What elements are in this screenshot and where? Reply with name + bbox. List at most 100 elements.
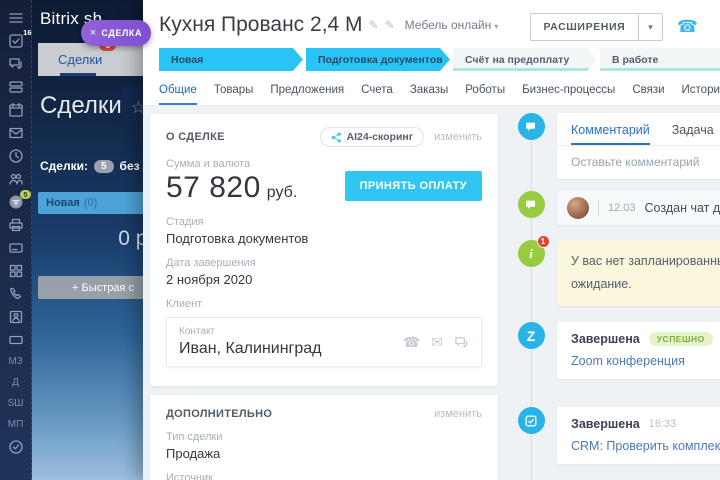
sidebar-phone-icon[interactable] xyxy=(8,286,24,302)
tab-products[interactable]: Товары xyxy=(214,84,254,96)
email-contact-icon[interactable]: ✉ xyxy=(431,334,443,351)
sidebar-menu-icon[interactable] xyxy=(8,10,24,26)
deal-slider: Кухня Прованс 2,4 М ✎ ✎ Мебель онлайн ▾ Р… xyxy=(143,0,720,480)
success-badge: УСПЕШНО xyxy=(648,332,713,347)
sidebar-items: 16 5 МЗ Д ЅШ МП xyxy=(0,10,32,455)
ai-scoring-button[interactable]: AI24-скоринг xyxy=(319,127,425,147)
deal-type-value[interactable]: Продажа xyxy=(166,446,482,461)
sidebar-badge: 16 xyxy=(23,28,32,37)
tab-comment[interactable]: Комментарий xyxy=(571,123,650,145)
deal-title[interactable]: Кухня Прованс 2,4 М xyxy=(159,13,363,37)
app-sidebar: 16 5 МЗ Д ЅШ МП xyxy=(0,0,32,480)
pipeline-selector[interactable]: Мебель онлайн ▾ xyxy=(405,18,499,32)
task-status: Завершена xyxy=(571,417,640,432)
stage-new[interactable]: Новая xyxy=(159,48,303,71)
deal-tabs: Общие Товары Предложения Счета Заказы Ро… xyxy=(159,84,720,105)
task-time: 16:33 xyxy=(648,418,677,431)
stage-value[interactable]: Подготовка документов xyxy=(166,231,482,246)
close-date-label: Дата завершения xyxy=(166,257,256,269)
notice-text-line2: ожидание. xyxy=(571,277,632,292)
sidebar-drive-icon[interactable] xyxy=(8,79,24,95)
sidebar-printer-icon[interactable] xyxy=(8,217,24,233)
call-contact-icon[interactable]: ☎ xyxy=(403,334,420,351)
timeline-composer: Комментарий Задача Zoom xyxy=(505,113,720,179)
edit-title-icon[interactable]: ✎ xyxy=(369,18,379,32)
close-icon: × xyxy=(89,26,97,39)
chat-text[interactable]: Создан чат для обсуждения xyxy=(645,201,720,215)
tab-invoices[interactable]: Счета xyxy=(361,84,393,96)
source-label: Источник xyxy=(166,472,213,480)
deal-amount: 57 820 xyxy=(166,171,261,204)
timeline-entry-notice: i 1 У вас нет запланированных дел. Перед… xyxy=(505,235,720,307)
contact-name[interactable]: Иван, Калининград xyxy=(179,340,322,358)
deal-type-label: Тип сделки xyxy=(166,431,223,443)
chevron-down-icon: ▾ xyxy=(638,14,662,40)
zoom-icon: Z xyxy=(517,322,545,350)
tab-robots[interactable]: Роботы xyxy=(465,84,505,96)
info-icon: i 1 xyxy=(517,235,550,267)
link-icon[interactable]: ✎ xyxy=(385,18,395,32)
edit-additional-link[interactable]: изменить xyxy=(434,408,482,420)
client-label: Клиент xyxy=(166,298,203,310)
sidebar-tasks-icon[interactable]: 16 xyxy=(8,28,32,49)
task-link[interactable]: CRM: Проверить комплектацию xyxy=(571,439,720,453)
client-contact-card[interactable]: Контакт Иван, Калининград ☎ ✉ xyxy=(166,317,482,367)
notice-text-line1: У вас нет запланированных дел. Передвинь… xyxy=(571,254,720,268)
sidebar-people-icon[interactable] xyxy=(8,171,24,187)
stage-label: Стадия xyxy=(166,216,204,228)
stage-docs[interactable]: Подготовка документов xyxy=(306,48,450,71)
sidebar-card-icon[interactable] xyxy=(8,240,24,256)
task-check-icon xyxy=(517,407,545,435)
additional-header: ДОПОЛНИТЕЛЬНО xyxy=(166,408,273,420)
sidebar-apps-icon[interactable] xyxy=(8,263,24,279)
edit-about-link[interactable]: изменить xyxy=(434,131,482,143)
tab-deals[interactable]: Сделки 5 xyxy=(58,39,117,76)
page-title: Сделки ☆ xyxy=(40,92,147,119)
chat-created-icon xyxy=(517,191,545,218)
sidebar-chip-МЗ[interactable]: МЗ xyxy=(0,355,31,369)
tab-orders[interactable]: Заказы xyxy=(410,84,448,96)
comment-input[interactable] xyxy=(557,146,720,179)
sidebar-chip-МП[interactable]: МП xyxy=(0,418,31,432)
timeline-entry-task: Завершена 16:33 CRM: Проверить комплекта… xyxy=(505,407,720,465)
comment-icon xyxy=(517,113,545,140)
tab-quotes[interactable]: Предложения xyxy=(270,84,344,96)
sidebar-chat-icon[interactable] xyxy=(8,56,24,72)
counter-badge: 5 xyxy=(93,159,114,173)
tab-bizproc[interactable]: Бизнес-процессы xyxy=(522,84,615,96)
extensions-button[interactable]: РАСШИРЕНИЯ ▾ xyxy=(529,13,663,41)
tab-task[interactable]: Задача xyxy=(672,123,714,145)
chevron-down-icon: ▾ xyxy=(494,22,499,31)
chat-contact-icon[interactable] xyxy=(454,335,469,350)
tab-history[interactable]: История xyxy=(682,84,720,96)
deal-details-column: О СДЕЛКЕ AI24-скоринг изменить Сумма и в… xyxy=(143,106,505,480)
contact-type-label: Контакт xyxy=(179,326,216,337)
timeline-entry-zoom: Z Завершена УСПЕШНО 16:10 Zoom конференц… xyxy=(505,322,720,380)
chat-time: 12.03 xyxy=(608,202,636,214)
sidebar-clock-icon[interactable] xyxy=(8,148,24,164)
close-date-value[interactable]: 2 ноября 2020 xyxy=(166,272,482,287)
additional-card: ДОПОЛНИТЕЛЬНО изменить Тип сделки Продаж… xyxy=(150,395,498,480)
sidebar-check-icon[interactable] xyxy=(8,439,24,455)
sidebar-chip-Д[interactable]: Д xyxy=(0,376,31,390)
zoom-status: Завершена xyxy=(571,332,640,347)
sidebar-contacts-icon[interactable] xyxy=(8,309,24,325)
sidebar-sites-icon[interactable] xyxy=(8,332,24,348)
notice-count-badge: 1 xyxy=(536,235,550,248)
about-deal-card: О СДЕЛКЕ AI24-скоринг изменить Сумма и в… xyxy=(150,114,498,386)
stage-invoice[interactable]: Счёт на предоплату xyxy=(453,48,597,71)
stage-in-progress[interactable]: В работе xyxy=(600,48,720,71)
zoom-conference-link[interactable]: Zoom конференция xyxy=(571,354,720,368)
sidebar-calendar-icon[interactable] xyxy=(8,102,24,118)
timeline-entry-chat[interactable]: 12.03 Создан чат для обсуждения xyxy=(505,191,720,225)
sidebar-chip-ЅШ[interactable]: ЅШ xyxy=(0,397,31,411)
phone-call-icon[interactable]: ☎ xyxy=(677,17,698,37)
slider-close-button[interactable]: × СДЕЛКА xyxy=(81,20,151,46)
tab-links[interactable]: Связи xyxy=(632,84,664,96)
accept-payment-button[interactable]: ПРИНЯТЬ ОПЛАТУ xyxy=(344,171,482,201)
tab-general[interactable]: Общие xyxy=(159,84,197,105)
scoring-icon xyxy=(331,132,341,142)
sidebar-crm-icon[interactable]: 5 xyxy=(8,190,31,210)
sidebar-mail-icon[interactable] xyxy=(8,125,24,141)
timeline-column: Комментарий Задача Zoom xyxy=(505,106,720,480)
